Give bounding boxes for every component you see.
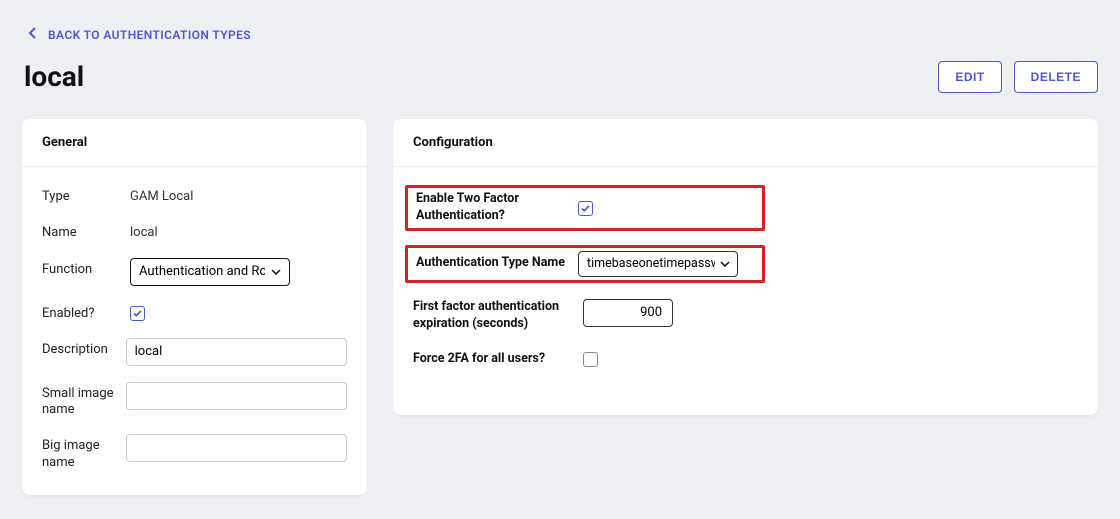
configuration-card: Configuration Enable Two Factor Authenti… [393,119,1098,415]
auth-type-name-label: Authentication Type Name [416,255,578,272]
general-card: General Type GAM Local Name local Functi… [22,119,367,495]
general-heading: General [22,119,367,167]
first-factor-label: First factor authentication expiration (… [413,299,583,333]
type-label: Type [42,185,130,205]
enable-2fa-label: Enable Two Factor Authentication? [416,191,578,225]
chevron-left-icon [28,27,38,42]
function-select[interactable]: Authentication and Roles [130,258,290,286]
force-2fa-label: Force 2FA for all users? [413,351,583,368]
enable-2fa-checkbox[interactable] [578,201,593,216]
enabled-label: Enabled? [42,302,130,322]
big-image-input[interactable] [126,434,347,462]
back-link[interactable]: BACK TO AUTHENTICATION TYPES [28,27,251,42]
first-factor-input[interactable] [583,299,673,327]
type-value: GAM Local [130,185,193,204]
description-label: Description [42,338,126,358]
page-title: local [24,60,84,93]
name-value: local [130,221,158,240]
small-image-input[interactable] [126,382,347,410]
back-link-label: BACK TO AUTHENTICATION TYPES [48,28,251,42]
force-2fa-checkbox[interactable] [583,352,598,367]
enabled-checkbox[interactable] [130,306,145,321]
function-label: Function [42,258,130,278]
description-input[interactable] [126,338,347,366]
name-label: Name [42,221,130,241]
edit-button[interactable]: EDIT [938,61,1001,93]
big-image-label: Big image name [42,434,126,471]
configuration-heading: Configuration [393,119,1098,167]
small-image-label: Small image name [42,382,126,419]
auth-type-name-select[interactable]: timebaseonetimepassword [578,251,738,277]
delete-button[interactable]: DELETE [1014,61,1098,93]
